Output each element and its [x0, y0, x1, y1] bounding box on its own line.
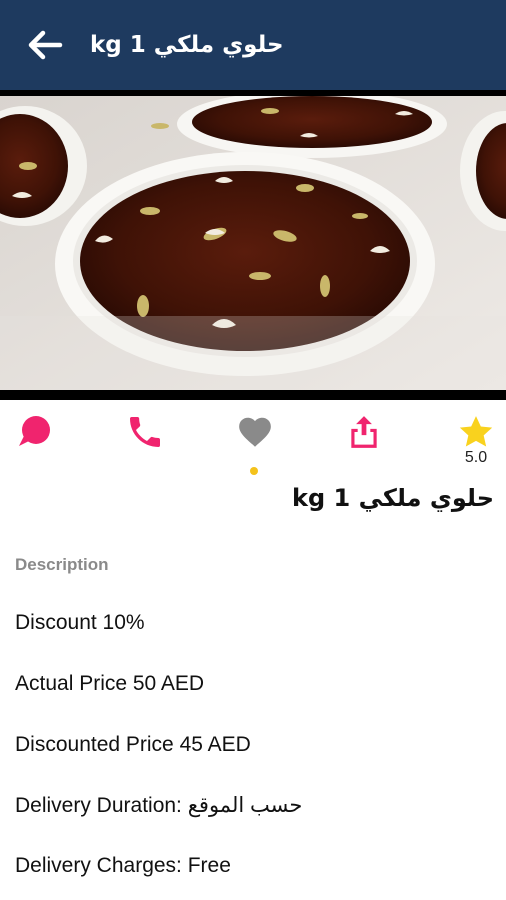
rating-value: 5.0: [464, 449, 488, 466]
actual-price-text: Actual Price 50 AED: [15, 672, 205, 695]
share-button[interactable]: [342, 410, 386, 454]
product-title: حلوي ملكي 1 kg: [292, 484, 494, 512]
description-label: Description: [15, 555, 109, 574]
app-bar: حلوي ملكي 1 kg: [0, 0, 506, 90]
call-button[interactable]: [123, 410, 167, 454]
heart-icon: [239, 417, 271, 447]
share-icon: [351, 416, 377, 448]
rating-button[interactable]: [454, 410, 498, 454]
favorite-button[interactable]: [233, 410, 277, 454]
arrow-left-icon: [28, 30, 63, 60]
back-button[interactable]: [0, 0, 90, 90]
chat-button[interactable]: [13, 410, 57, 454]
action-bar: [0, 400, 506, 472]
discount-text: Discount 10%: [15, 611, 145, 634]
delivery-duration-text: Delivery Duration: حسب الموقع: [15, 794, 303, 817]
image-carousel[interactable]: [0, 90, 506, 475]
product-photo: [0, 96, 506, 390]
delivery-charges-text: Delivery Charges: Free: [15, 854, 231, 877]
star-icon: [459, 416, 493, 447]
discounted-price-text: Discounted Price 45 AED: [15, 733, 251, 756]
phone-icon: [130, 417, 160, 447]
page-title: حلوي ملكي 1 kg: [90, 32, 284, 58]
chat-bubble-icon: [19, 416, 50, 446]
